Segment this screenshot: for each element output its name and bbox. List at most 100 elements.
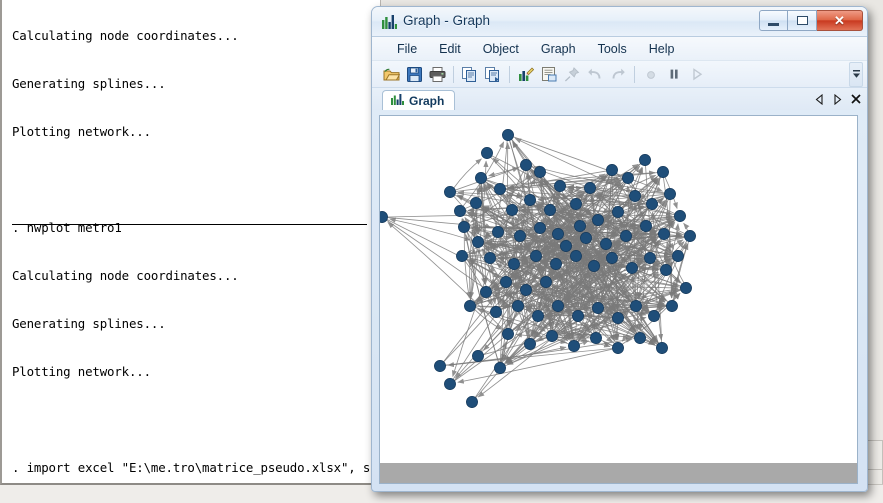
- network-node[interactable]: [470, 197, 482, 209]
- network-node[interactable]: [584, 182, 596, 194]
- pause-icon[interactable]: [663, 63, 685, 85]
- network-node[interactable]: [552, 300, 564, 312]
- tab-graph[interactable]: Graph: [382, 90, 456, 110]
- network-node[interactable]: [612, 206, 624, 218]
- console-output-area[interactable]: Calculating node coordinates... Generati…: [2, 0, 380, 483]
- network-node[interactable]: [640, 220, 652, 232]
- network-node[interactable]: [580, 232, 592, 244]
- log-icon[interactable]: [538, 63, 560, 85]
- network-node[interactable]: [639, 154, 651, 166]
- network-node[interactable]: [546, 330, 558, 342]
- network-node[interactable]: [572, 310, 584, 322]
- network-node[interactable]: [550, 258, 562, 270]
- network-node[interactable]: [534, 166, 546, 178]
- network-node[interactable]: [626, 262, 638, 274]
- network-node[interactable]: [444, 186, 456, 198]
- network-plot[interactable]: [380, 116, 857, 463]
- redo-icon[interactable]: [607, 63, 629, 85]
- play-icon[interactable]: [686, 63, 708, 85]
- maximize-button[interactable]: [788, 10, 817, 31]
- minimize-button[interactable]: [759, 10, 788, 31]
- network-node[interactable]: [524, 338, 536, 350]
- network-node[interactable]: [574, 220, 586, 232]
- network-node[interactable]: [502, 328, 514, 340]
- network-node[interactable]: [629, 190, 641, 202]
- network-node[interactable]: [544, 204, 556, 216]
- network-node[interactable]: [592, 302, 604, 314]
- network-node[interactable]: [570, 250, 582, 262]
- network-node[interactable]: [592, 214, 604, 226]
- copy-icon[interactable]: [459, 63, 481, 85]
- open-icon[interactable]: [380, 63, 402, 85]
- network-node[interactable]: [552, 228, 564, 240]
- menu-item-object[interactable]: Object: [472, 40, 530, 58]
- network-node[interactable]: [674, 210, 686, 222]
- network-node[interactable]: [380, 211, 388, 223]
- network-node[interactable]: [524, 194, 536, 206]
- network-node[interactable]: [444, 378, 456, 390]
- network-graph-svg[interactable]: [380, 116, 857, 463]
- network-node[interactable]: [644, 252, 656, 264]
- pin-icon[interactable]: [561, 63, 583, 85]
- network-node[interactable]: [502, 129, 514, 141]
- network-node[interactable]: [514, 230, 526, 242]
- network-node[interactable]: [646, 198, 658, 210]
- graph-window-titlebar[interactable]: Graph - Graph ✕: [372, 7, 867, 37]
- network-node[interactable]: [466, 396, 478, 408]
- network-node[interactable]: [492, 226, 504, 238]
- network-node[interactable]: [560, 240, 572, 252]
- network-node[interactable]: [494, 183, 506, 195]
- network-node[interactable]: [520, 284, 532, 296]
- network-node[interactable]: [506, 204, 518, 216]
- network-node[interactable]: [630, 300, 642, 312]
- network-node[interactable]: [612, 312, 624, 324]
- network-node[interactable]: [554, 180, 566, 192]
- network-node[interactable]: [588, 260, 600, 272]
- network-node[interactable]: [490, 306, 502, 318]
- network-node[interactable]: [664, 188, 676, 200]
- network-node[interactable]: [481, 147, 493, 159]
- network-node[interactable]: [634, 332, 646, 344]
- toolbar-overflow-button[interactable]: [849, 62, 863, 87]
- network-node[interactable]: [520, 159, 532, 171]
- menu-item-help[interactable]: Help: [638, 40, 686, 58]
- triangle-right-icon[interactable]: [832, 93, 843, 105]
- network-node[interactable]: [612, 342, 624, 354]
- network-node[interactable]: [458, 221, 470, 233]
- network-node[interactable]: [475, 172, 487, 184]
- network-node[interactable]: [484, 252, 496, 264]
- network-node[interactable]: [680, 282, 692, 294]
- triangle-left-icon[interactable]: [814, 93, 825, 105]
- menu-item-graph[interactable]: Graph: [530, 40, 587, 58]
- network-node[interactable]: [530, 250, 542, 262]
- network-node[interactable]: [472, 236, 484, 248]
- network-node[interactable]: [540, 276, 552, 288]
- network-node[interactable]: [508, 258, 520, 270]
- network-node[interactable]: [534, 222, 546, 234]
- paste-icon[interactable]: [482, 63, 504, 85]
- network-node[interactable]: [532, 310, 544, 322]
- network-node[interactable]: [600, 238, 612, 250]
- network-node[interactable]: [666, 300, 678, 312]
- network-node[interactable]: [684, 230, 696, 242]
- network-node[interactable]: [648, 310, 660, 322]
- menu-item-file[interactable]: File: [386, 40, 428, 58]
- network-node[interactable]: [454, 205, 466, 217]
- network-node[interactable]: [656, 342, 668, 354]
- network-node[interactable]: [472, 350, 484, 362]
- network-node[interactable]: [657, 166, 669, 178]
- graph-editor-icon[interactable]: [515, 63, 537, 85]
- network-node[interactable]: [590, 332, 602, 344]
- network-node[interactable]: [464, 300, 476, 312]
- record-icon[interactable]: [640, 63, 662, 85]
- save-icon[interactable]: [403, 63, 425, 85]
- network-node[interactable]: [658, 228, 670, 240]
- network-node[interactable]: [456, 250, 468, 262]
- print-icon[interactable]: [426, 63, 448, 85]
- network-node[interactable]: [606, 164, 618, 176]
- graph-canvas-container[interactable]: [379, 115, 858, 484]
- network-node[interactable]: [568, 340, 580, 352]
- network-node[interactable]: [672, 250, 684, 262]
- network-node[interactable]: [606, 252, 618, 264]
- network-node[interactable]: [434, 360, 446, 372]
